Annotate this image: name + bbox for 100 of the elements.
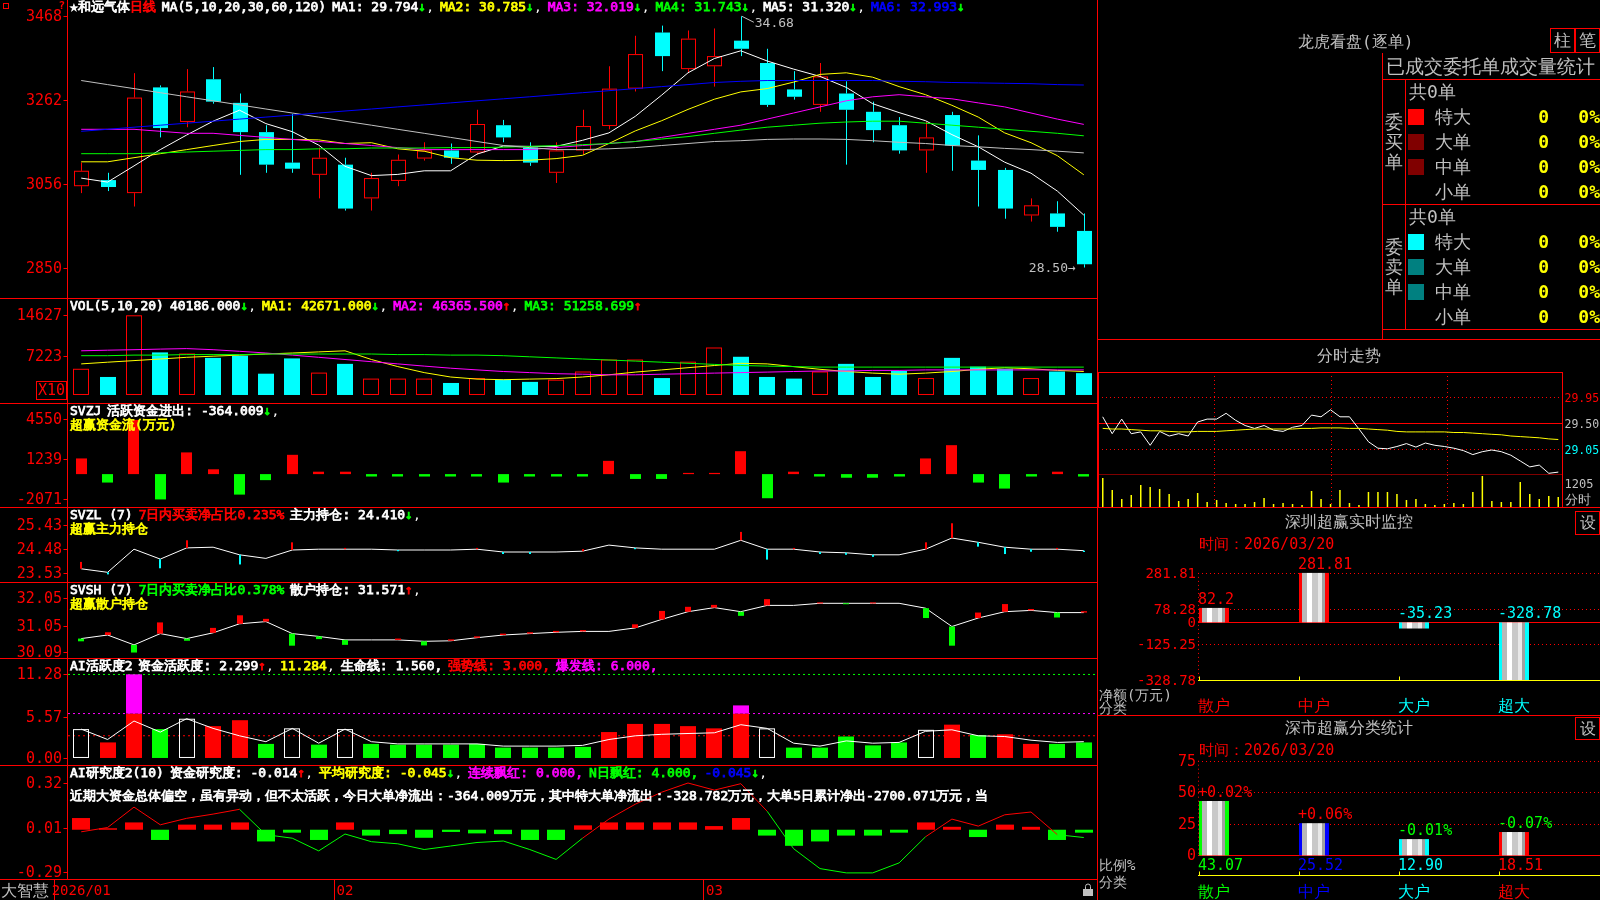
value-label: -328.78 xyxy=(1498,604,1562,623)
change-bar xyxy=(342,639,348,645)
value-label: 43.07 xyxy=(1198,856,1244,874)
change-bar xyxy=(553,630,559,633)
change-label: +0.06% xyxy=(1298,805,1353,824)
volume-bar xyxy=(337,363,353,395)
axis-label: 1239 xyxy=(25,450,62,469)
research-bar xyxy=(151,829,169,840)
research-bar xyxy=(204,824,222,830)
timestamp-label: 时间：2026/03/20 xyxy=(1199,740,1335,759)
candlestick xyxy=(496,119,511,143)
legend-text: 40186.000 xyxy=(169,299,241,313)
legend-text: ↓ xyxy=(446,766,455,780)
legend-text: 生命线: 1.560, xyxy=(340,659,443,673)
research-bar xyxy=(389,829,407,835)
fund-flow-bar xyxy=(709,472,720,475)
volume-bar xyxy=(786,378,802,395)
research-bar xyxy=(415,829,433,838)
legend-text: 超赢主力持仓 xyxy=(70,522,148,536)
settings-button[interactable]: 设 xyxy=(1575,717,1600,740)
legend-text: , xyxy=(271,404,280,418)
research-bar xyxy=(336,822,354,830)
order-size-label: 小单 xyxy=(1435,181,1471,202)
unit-multiplier-label: X10 xyxy=(36,381,68,400)
volume-bar xyxy=(443,382,459,395)
legend-text: , xyxy=(533,0,542,14)
activity-bar xyxy=(1076,742,1092,758)
research-bar xyxy=(1048,829,1066,840)
volume-bar xyxy=(100,376,116,395)
activity-bar xyxy=(363,743,379,758)
research-bar xyxy=(679,822,697,830)
order-percent: 0% xyxy=(1578,181,1600,202)
legend-text: ↓ xyxy=(240,299,249,313)
candlestick xyxy=(998,167,1013,220)
fund-flow-bar xyxy=(551,474,562,477)
volume-bar xyxy=(812,371,828,395)
candlestick xyxy=(1077,212,1092,268)
change-tick xyxy=(186,540,188,548)
candlestick xyxy=(417,141,432,162)
change-tick xyxy=(476,547,478,550)
legend-text: 11.284 xyxy=(279,659,327,673)
share-bar xyxy=(1199,801,1229,856)
chart-mode-button[interactable]: 柱 xyxy=(1550,28,1575,53)
order-percent: 0% xyxy=(1578,231,1600,252)
group-label: 委卖单 xyxy=(1385,237,1403,297)
axis-label: 29.05 xyxy=(1564,442,1600,457)
legend-text: ↑ xyxy=(258,659,267,673)
fund-flow-bar xyxy=(287,454,298,475)
legend-text: , xyxy=(266,659,274,673)
legend-text: , xyxy=(857,0,865,14)
axis-label: 3262 xyxy=(25,91,62,109)
candlestick xyxy=(259,124,274,174)
chart-mode-button[interactable]: 笔 xyxy=(1575,28,1600,53)
change-tick xyxy=(397,549,399,552)
legend-text: , xyxy=(641,0,650,14)
change-tick xyxy=(239,554,241,565)
legend-text: , xyxy=(379,299,388,313)
volume-bar xyxy=(865,376,881,395)
axis-title: 净额(万元) xyxy=(1099,687,1172,703)
change-bar xyxy=(949,626,955,646)
legend-text: SVZL (7) xyxy=(70,508,133,522)
legend-text: , xyxy=(412,583,421,597)
panel-title: 龙虎看盘(逐单) xyxy=(1298,32,1414,53)
change-label: -0.07% xyxy=(1498,814,1553,833)
activity-bar xyxy=(786,747,802,758)
candlestick xyxy=(312,147,327,199)
fund-flow-bar xyxy=(814,474,825,477)
fund-flow-bar xyxy=(102,474,113,483)
activity-bar xyxy=(970,735,986,758)
value-label: 25.52 xyxy=(1298,856,1344,874)
settings-button[interactable]: 设 xyxy=(1575,511,1600,535)
axis-label: 281.81 xyxy=(1145,564,1196,581)
research-bar xyxy=(653,822,671,830)
activity-bar xyxy=(706,728,722,758)
legend-text: 连续飘红: 0.000, xyxy=(468,766,583,780)
fund-flow-bar xyxy=(471,474,482,477)
research-bar xyxy=(969,829,987,838)
fund-flow-bar xyxy=(366,474,377,477)
order-percent: 0% xyxy=(1578,106,1600,127)
research-bar xyxy=(943,826,961,830)
order-count: 0 xyxy=(1538,256,1549,277)
research-bar xyxy=(1075,829,1093,833)
change-bar xyxy=(1002,604,1008,612)
axis-label: 0.01 xyxy=(25,819,62,838)
legend-text: 近期大资金总体偏空，虽有异动，但不太活跃，今日大单净流出：-364.009万元，其中特大单净流出：-328.782万元，大单5日累计净出-2700.071万元，当 xyxy=(70,789,989,803)
net-amount-bar xyxy=(1499,622,1529,680)
scale-label: 1205 xyxy=(1564,477,1594,491)
change-tick xyxy=(977,542,979,547)
category-label: 中户 xyxy=(1298,695,1330,715)
brand-label: 大智慧 xyxy=(1,880,49,900)
order-size-label: 特大 xyxy=(1435,231,1471,252)
legend-text: AI活跃度2 xyxy=(70,659,133,673)
legend-text: 活跃资金进出: -364.009 xyxy=(107,404,264,418)
activity-bar xyxy=(390,744,406,758)
research-bar xyxy=(811,829,829,842)
fund-flow-bar xyxy=(841,474,852,478)
net-amount-bar xyxy=(1299,572,1329,623)
category-label: 大户 xyxy=(1398,882,1430,900)
order-count: 0 xyxy=(1538,106,1549,127)
legend-text: , xyxy=(426,0,434,14)
